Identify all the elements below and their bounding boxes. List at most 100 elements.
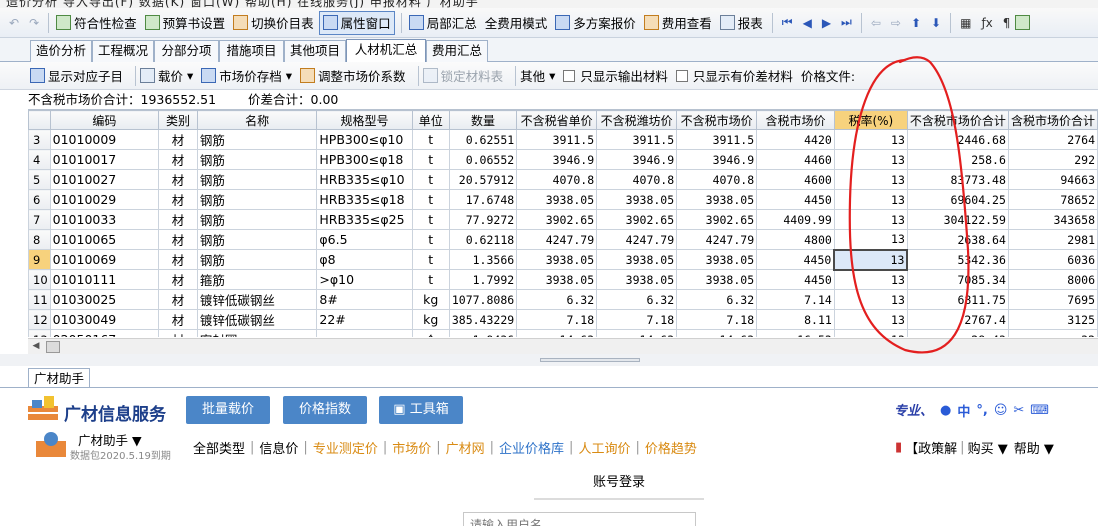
cell-taxtotal[interactable]: 6036 [1007,249,1098,270]
cell-total[interactable]: 6811.75 [906,289,1009,310]
cell-code[interactable]: 01030049 [49,309,160,330]
scroll-thumb[interactable] [46,341,60,353]
cell-qty[interactable]: 385.43229 [448,309,518,330]
cell-unit[interactable]: kg [411,289,450,310]
tab-sections[interactable]: 分部分项 [154,40,219,62]
col-header[interactable]: 含税市场价合计 [1007,110,1098,130]
cell-unit[interactable]: t [411,249,450,270]
cell-qty[interactable]: 1077.8086 [448,289,518,310]
cell-qty[interactable]: 77.9272 [448,209,518,230]
cell-prov[interactable]: 6.32 [516,289,598,310]
move-down-icon[interactable]: ⬇ [931,16,941,30]
cell-unit[interactable]: t [411,269,450,290]
price-index-button[interactable]: 价格指数 [283,396,367,424]
cell-rate[interactable]: 13 [833,149,908,170]
cell-total[interactable]: 258.6 [906,149,1009,170]
col-header[interactable]: 不含税市场价合计 [906,110,1009,130]
cell-code[interactable]: 01010069 [49,249,160,270]
cell-taxmarket[interactable]: 4450 [756,249,835,270]
cell-code[interactable]: 01010029 [49,189,160,210]
cat-enterprise-lib[interactable]: 企业价格库 [499,438,564,457]
cell-taxmarket[interactable]: 4450 [756,269,835,290]
cell-code[interactable]: 01030025 [49,289,160,310]
col-header[interactable]: 数量 [448,110,518,130]
cell-type[interactable]: 材 [158,309,198,330]
cell-taxmarket[interactable]: 4460 [756,149,835,170]
cell-code[interactable]: 01010065 [49,229,160,250]
tab-cost-analysis[interactable]: 造价分析 [30,40,92,62]
cell-total[interactable]: 2638.64 [906,229,1009,250]
scissors-icon[interactable]: ✂ [1013,403,1024,418]
redo-icon[interactable]: ↷ [29,16,39,30]
cell-wf[interactable]: 3938.05 [596,189,678,210]
col-header[interactable]: 含税市场价 [756,110,835,130]
cell-taxmarket[interactable]: 8.11 [756,309,835,330]
cell-unit[interactable]: t [411,129,450,150]
cell-spec[interactable]: HPB300≤φ10 [316,129,413,150]
row-number[interactable]: 8 [28,229,51,250]
cell-market[interactable]: 3946.9 [676,149,758,170]
table-row[interactable]: 5 01010027 材钢筋 HRB335≤φ10 t 20.57912 4070.8 407… [28,169,1098,190]
emoji-icon[interactable]: ☺ [994,403,1008,418]
formula-icon[interactable]: ƒx [981,16,992,30]
report-button[interactable]: 报表 [717,11,766,35]
cell-spec[interactable]: HPB300≤φ18 [316,149,413,170]
table-row[interactable]: 7 01010033 材钢筋 HRB335≤φ25 t 77.9272 3902.65 390… [28,209,1098,230]
tab-project-overview[interactable]: 工程概况 [92,40,154,62]
prev-icon[interactable]: ◀ [803,16,812,30]
last-icon[interactable]: ⏭ [841,15,852,30]
cat-measured-price[interactable]: 专业测定价 [313,438,378,457]
tab-cost-summary[interactable]: 费用汇总 [426,40,488,62]
cell-wf[interactable]: 7.18 [596,309,678,330]
table-row[interactable]: 11 01030025 材镀锌低碳钢丝 8# kg 1077.8086 6.32 6.32 6.… [28,289,1098,310]
local-summary-button[interactable]: 局部汇总 [406,11,480,35]
switch-price-table-button[interactable]: 切换价目表 [230,11,317,35]
col-header[interactable]: 编码 [49,110,160,130]
cell-total[interactable]: 7085.34 [906,269,1009,290]
cell-type[interactable]: 材 [158,229,198,250]
cell-prov[interactable]: 3902.65 [516,209,598,230]
cell-spec[interactable]: φ8 [316,249,413,270]
cell-code[interactable]: 01010009 [49,129,160,150]
cell-type[interactable]: 材 [158,169,198,190]
cell-taxmarket[interactable]: 4409.99 [756,209,835,230]
market-price-archive-button[interactable]: 市场价存档 ▾ [201,66,292,85]
row-number[interactable]: 13 [28,329,51,337]
multi-plan-quote-button[interactable]: 多方案报价 [552,11,639,35]
table-row[interactable]: 1302050167材密封圈个1.943614.6314.6314.6316.5… [28,329,1098,337]
checkbox-box[interactable] [563,69,576,82]
cell-prov[interactable]: 3938.05 [516,249,598,270]
col-header[interactable]: 不含税潍坊价 [596,110,678,130]
cell-name[interactable]: 密封圈 [196,329,318,337]
toolbox-button[interactable]: ▣ 工具箱 [379,396,463,424]
cell-prov[interactable]: 4247.79 [516,229,598,250]
cell-qty[interactable]: 17.6748 [448,189,518,210]
cell-taxtotal[interactable]: 32 [1007,329,1098,337]
cell-name[interactable]: 钢筋 [196,149,318,170]
cell-rate[interactable]: 13 [833,329,908,337]
other-dropdown[interactable]: 其他 ▾ [520,66,555,85]
row-number[interactable]: 7 [28,209,51,230]
cell-total[interactable]: 69604.25 [906,189,1009,210]
row-number[interactable]: 10 [28,269,51,290]
cell-rate[interactable]: 13 [833,289,908,310]
col-header[interactable]: 不含税市场价 [676,110,758,130]
tab-measures[interactable]: 措施项目 [219,40,284,62]
cell-type[interactable]: 材 [158,269,198,290]
row-number[interactable]: 3 [28,129,51,150]
table-row[interactable]: 8 01010065 材钢筋 φ6.5 t 0.62118 4247.79 4247.79 42… [28,229,1098,250]
row-number[interactable]: 11 [28,289,51,310]
cat-info-price[interactable]: 信息价 [259,438,298,457]
horizontal-scrollbar[interactable]: ◀ [28,338,1098,354]
table-row[interactable]: 10 01010111 材箍筋 >φ10 t 1.7992 3938.05 3938.05 39… [28,269,1098,290]
cell-market[interactable]: 3938.05 [676,249,758,270]
move-up-icon[interactable]: ⬆ [911,16,921,30]
cat-labor-inquiry[interactable]: 人工询价 [578,438,630,457]
cell-rate[interactable]: 13 [833,248,909,271]
username-input[interactable] [463,512,696,526]
cell-qty[interactable]: 0.62118 [448,229,518,250]
row-number[interactable]: 12 [28,309,51,330]
cell-unit[interactable]: t [411,189,450,210]
next-icon[interactable]: ▶ [822,16,831,30]
cell-type[interactable]: 材 [158,209,198,230]
